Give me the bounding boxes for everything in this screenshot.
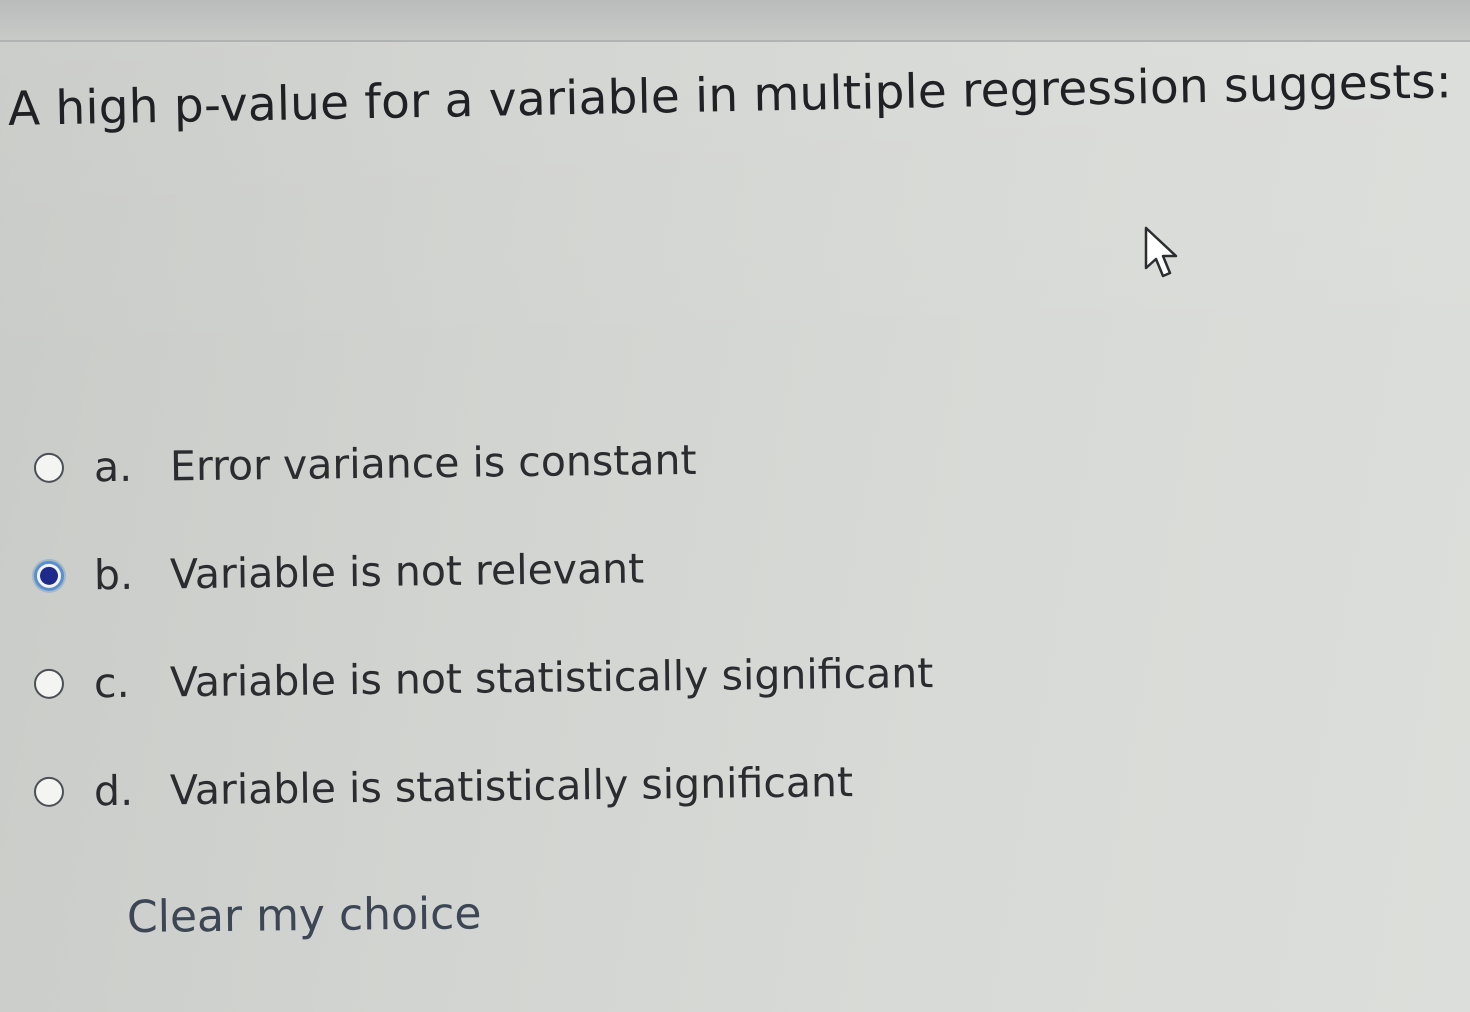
radio-unchecked-icon[interactable] <box>33 776 65 807</box>
answer-option-b[interactable]: b. Variable is not relevant <box>33 539 645 606</box>
radio-checked-icon[interactable] <box>33 560 65 591</box>
top-bar <box>0 0 1470 40</box>
option-letter: b. <box>93 550 134 600</box>
radio-unchecked-icon[interactable] <box>33 452 65 483</box>
option-letter: a. <box>93 442 133 492</box>
option-label: Variable is not statistically significan… <box>169 649 934 707</box>
clear-choice-link[interactable]: Clear my choice <box>127 888 482 943</box>
top-divider <box>0 40 1470 42</box>
answer-option-a[interactable]: a. Error variance is constant <box>33 430 697 498</box>
question-text: A high p-value for a variable in multipl… <box>7 54 1453 137</box>
answer-option-c[interactable]: c. Variable is not statistically signifi… <box>33 643 934 714</box>
option-label: Variable is statistically significant <box>169 757 854 815</box>
radio-unchecked-icon[interactable] <box>33 668 65 699</box>
option-label: Error variance is constant <box>169 435 697 491</box>
option-letter: c. <box>93 658 130 708</box>
option-letter: d. <box>93 766 134 816</box>
option-label: Variable is not relevant <box>169 544 645 599</box>
mouse-pointer-icon <box>1144 226 1178 278</box>
answer-option-d[interactable]: d. Variable is statistically significant <box>33 752 854 822</box>
